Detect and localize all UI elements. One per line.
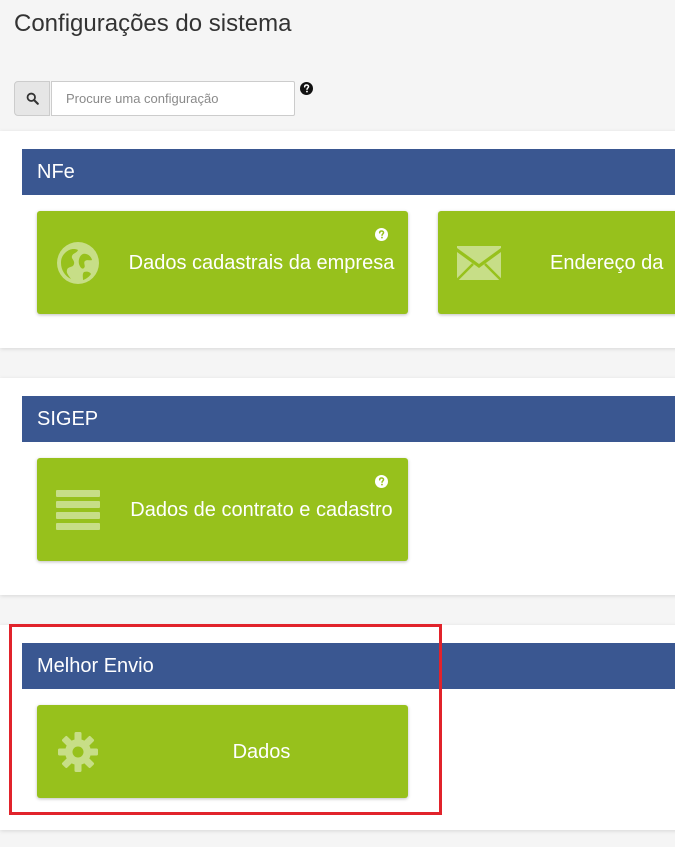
section-melhor-envio: Melhor Envio Dados (0, 625, 675, 830)
section-header-nfe: NFe (22, 149, 675, 195)
system-settings-page: Configurações do sistema NFe (0, 0, 675, 847)
gear-icon (55, 729, 101, 775)
section-nfe: NFe Dados cadastrais da empresa Endereço… (0, 131, 675, 348)
tile-label: Dados de contrato e cadastro (130, 498, 393, 521)
question-circle-icon (300, 82, 313, 95)
tile-endereco[interactable]: Endereço da (438, 211, 675, 314)
section-header-sigep: SIGEP (22, 396, 675, 442)
globe-icon (55, 240, 101, 286)
search-icon (26, 92, 39, 105)
tile-dados-cadastrais-empresa[interactable]: Dados cadastrais da empresa (37, 211, 408, 314)
question-circle-icon (375, 475, 388, 488)
tile-dados-contrato-cadastro[interactable]: Dados de contrato e cadastro (37, 458, 408, 561)
tile-label: Endereço da (550, 251, 664, 274)
envelope-icon (456, 240, 502, 286)
search-button[interactable] (14, 81, 50, 116)
search-help-button[interactable] (300, 82, 313, 95)
page-title: Configurações do sistema (14, 10, 292, 37)
search-input[interactable] (51, 81, 295, 116)
tile-label: Dados cadastrais da empresa (128, 251, 395, 274)
tile-dados[interactable]: Dados (37, 705, 408, 798)
section-sigep: SIGEP Dados de contrato e cadastro (0, 378, 675, 595)
question-circle-icon (375, 228, 388, 241)
section-header-melhor-envio: Melhor Envio (22, 643, 675, 689)
tile-help-button[interactable] (375, 228, 388, 241)
tile-help-button[interactable] (375, 475, 388, 488)
list-icon (55, 487, 101, 533)
tile-label: Dados (232, 740, 291, 763)
